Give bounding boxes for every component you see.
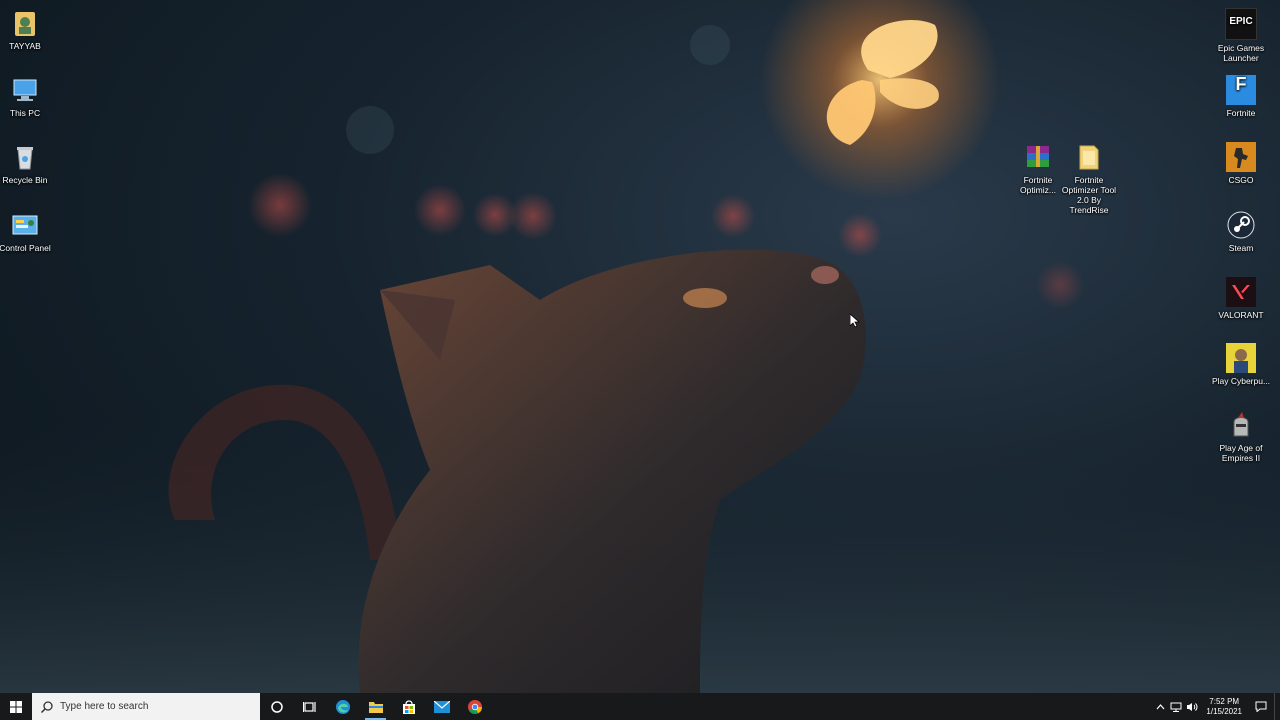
network-icon <box>1170 702 1182 712</box>
taskbar-store[interactable] <box>392 693 425 720</box>
desktop-icon-label: Steam <box>1228 243 1254 253</box>
epic-logo-text: EPIC <box>1229 16 1253 27</box>
network-button[interactable] <box>1168 693 1184 720</box>
desktop-icon-label: TAYYAB <box>9 41 41 51</box>
user-folder-icon <box>10 8 40 38</box>
clock-date: 1/15/2021 <box>1206 706 1242 716</box>
winrar-archive-icon <box>1023 142 1053 172</box>
chevron-up-icon <box>1156 703 1165 709</box>
volume-button[interactable] <box>1184 693 1200 720</box>
search-placeholder: Type here to search <box>60 701 149 712</box>
desktop-icon-steam[interactable]: Steam <box>1211 210 1271 253</box>
epic-games-icon: EPIC <box>1225 8 1257 40</box>
desktop-icon-label: Recycle Bin <box>2 175 48 185</box>
cortana-button[interactable] <box>260 693 293 720</box>
desktop-icon-label: VALORANT <box>1218 310 1264 320</box>
desktop-wallpaper <box>0 0 1280 693</box>
file-explorer-icon <box>368 701 383 713</box>
desktop-icon-label: Fortnite <box>1226 108 1256 118</box>
chrome-icon <box>467 699 482 714</box>
desktop-icon-label: This PC <box>9 108 41 118</box>
action-center-button[interactable] <box>1248 693 1274 720</box>
desktop-icon-label: Epic Games Launcher <box>1217 43 1265 63</box>
steam-icon <box>1226 210 1256 240</box>
desktop-icon-fortnite-optimizer-folder[interactable]: Fortnite Optimizer Tool 2.0 By TrendRise <box>1059 142 1119 215</box>
taskbar-clock[interactable]: 7:52 PM 1/15/2021 <box>1200 697 1248 717</box>
desktop-icon-label: Play Cyberpu... <box>1211 376 1271 386</box>
task-view-button[interactable] <box>293 693 326 720</box>
desktop-icon-user-folder[interactable]: TAYYAB <box>0 8 55 51</box>
system-tray: 7:52 PM 1/15/2021 <box>1152 693 1280 720</box>
notification-icon <box>1255 701 1267 712</box>
desktop-icon-label: Fortnite Optimizer Tool 2.0 By TrendRise <box>1061 175 1117 215</box>
desktop-icon-control-panel[interactable]: Control Panel <box>0 210 55 253</box>
taskbar-search-box[interactable]: Type here to search <box>32 693 260 720</box>
taskbar: Type here to search 7:52 PM 1/15/2021 <box>0 693 1280 720</box>
fortnite-logo-letter: F <box>1235 74 1247 94</box>
mouse-cursor-icon <box>850 314 860 328</box>
control-panel-icon <box>10 210 40 240</box>
taskbar-file-explorer[interactable] <box>359 693 392 720</box>
windows-logo-icon <box>10 700 22 713</box>
desktop-icon-label: Play Age of Empires II <box>1219 443 1263 463</box>
start-button[interactable] <box>0 693 32 720</box>
csgo-icon <box>1226 142 1256 172</box>
taskbar-chrome[interactable] <box>458 693 491 720</box>
computer-icon <box>10 75 40 105</box>
fortnite-icon: F <box>1226 75 1256 105</box>
folder-icon <box>1074 142 1104 172</box>
clock-time: 7:52 PM <box>1209 696 1240 706</box>
desktop-icon-this-pc[interactable]: This PC <box>0 75 55 118</box>
search-icon <box>40 700 53 713</box>
recycle-bin-icon <box>10 142 40 172</box>
desktop-icon-label: CSGO <box>1228 175 1254 185</box>
desktop-icon-fortnite[interactable]: F Fortnite <box>1211 75 1271 118</box>
taskbar-mail[interactable] <box>425 693 458 720</box>
desktop-icon-age-of-empires[interactable]: Play Age of Empires II <box>1211 410 1271 463</box>
desktop-icon-label: Control Panel <box>0 243 51 253</box>
wallpaper-art <box>0 0 1280 693</box>
desktop-icon-valorant[interactable]: VALORANT <box>1211 277 1271 320</box>
speaker-icon <box>1187 702 1198 711</box>
show-desktop-button[interactable] <box>1274 693 1280 720</box>
age-of-empires-icon <box>1226 410 1256 440</box>
cortana-icon <box>270 700 283 713</box>
desktop-icon-csgo[interactable]: CSGO <box>1211 142 1271 185</box>
cyberpunk-icon <box>1226 343 1256 373</box>
desktop-icon-epic-games-launcher[interactable]: EPIC Epic Games Launcher <box>1211 8 1271 63</box>
edge-icon <box>335 699 350 714</box>
taskbar-edge[interactable] <box>326 693 359 720</box>
store-icon <box>402 699 415 714</box>
desktop-icon-cyberpunk[interactable]: Play Cyberpu... <box>1211 343 1271 386</box>
show-hidden-icons-button[interactable] <box>1152 693 1168 720</box>
mail-icon <box>433 700 450 713</box>
valorant-icon <box>1226 277 1256 307</box>
desktop-icon-recycle-bin[interactable]: Recycle Bin <box>0 142 55 185</box>
task-view-icon <box>302 701 316 712</box>
